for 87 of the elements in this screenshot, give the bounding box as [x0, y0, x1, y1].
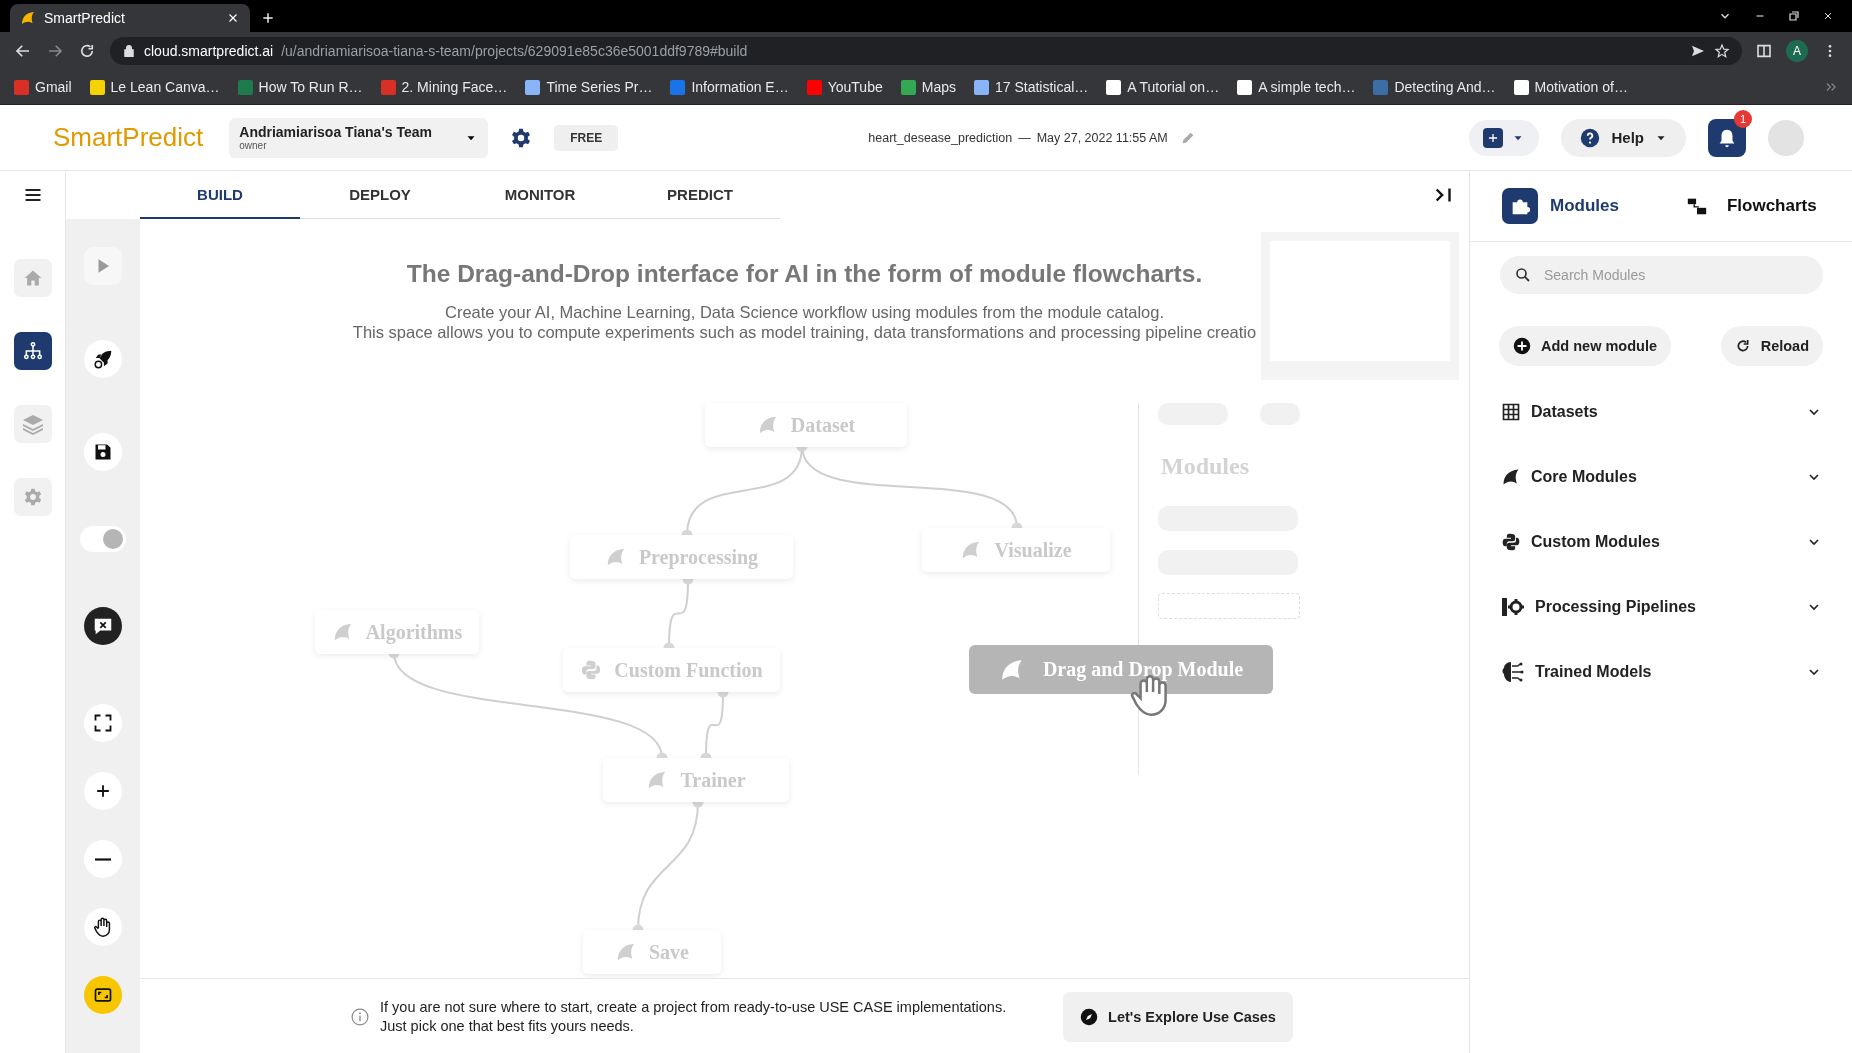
bookmark[interactable]: Information E…	[670, 79, 789, 95]
search-box[interactable]: Search Modules	[1500, 256, 1823, 294]
profile-avatar[interactable]: A	[1786, 40, 1808, 62]
info-icon	[350, 1006, 370, 1027]
home-icon	[22, 268, 43, 288]
module-category[interactable]: Custom Modules	[1470, 509, 1852, 574]
back-icon[interactable]	[14, 42, 32, 60]
tool-button[interactable]	[84, 340, 122, 378]
forward-icon[interactable]	[46, 42, 64, 60]
settings-icon	[22, 487, 43, 507]
separator: —	[1018, 130, 1031, 145]
tool-button[interactable]	[84, 607, 122, 645]
use-cases-button[interactable]: Let's Explore Use Cases	[1063, 991, 1293, 1042]
search-field[interactable]: Search Modules	[1544, 256, 1809, 294]
bookmark[interactable]: YouTube	[806, 79, 883, 95]
fullscreen-icon	[93, 713, 113, 733]
settings-icon[interactable]	[510, 126, 533, 149]
intro-heading: The Drag-and-Drop interface for AI in the form of module flowcharts.	[405, 260, 1204, 288]
interlock-icon	[1501, 531, 1521, 552]
grid-icon	[1501, 401, 1521, 422]
panel-tab[interactable]: Modules	[1502, 188, 1619, 224]
help-button[interactable]: Help	[1561, 118, 1686, 157]
tool-button[interactable]	[84, 704, 122, 742]
tab[interactable]: BUILD	[140, 171, 300, 219]
tab[interactable]: DEPLOY	[300, 171, 460, 219]
tab[interactable]: MONITOR	[460, 171, 620, 219]
team-selector[interactable]: Andriamiarisoa Tiana's Team owner	[229, 117, 489, 158]
send-icon[interactable]	[1690, 43, 1706, 59]
module-category[interactable]: Core Modules	[1470, 444, 1852, 509]
module-category[interactable]: Processing Pipelines	[1470, 574, 1852, 639]
bookmark[interactable]: A Tutorial on…	[1106, 79, 1220, 95]
tab[interactable]: PREDICT	[620, 171, 780, 219]
layers-icon	[20, 412, 45, 436]
zoom-out-icon	[95, 857, 111, 861]
leaf-icon	[615, 941, 637, 963]
hint-text: If you are not sure where to start, create a project from ready-to-use USE CASE implementations.	[380, 997, 1008, 1017]
bookmark[interactable]: 2. Mining Face…	[380, 79, 508, 95]
restore-icon[interactable]	[1788, 10, 1800, 22]
bookmark[interactable]: Motivation of…	[1513, 79, 1628, 95]
module-category[interactable]: Trained Models	[1470, 639, 1852, 704]
hierarchy-icon	[22, 341, 43, 361]
add-module-button[interactable]: Add new module	[1499, 326, 1671, 366]
plan-badge: FREE	[554, 124, 619, 151]
search-icon	[1514, 266, 1532, 284]
lock-icon	[122, 44, 136, 58]
bookmark[interactable]: How To Run R…	[237, 79, 363, 95]
toggle-switch[interactable]	[80, 526, 126, 552]
add-menu-button[interactable]	[1469, 119, 1540, 156]
rocket-icon	[92, 348, 114, 370]
project-name: heart_desease_prediction	[868, 130, 1013, 145]
close-icon[interactable]	[1822, 10, 1834, 22]
interlock-icon	[580, 659, 603, 681]
hint-text: Just pick one that best fits yours needs.	[380, 1016, 635, 1036]
bookmark[interactable]: Maps	[900, 79, 956, 95]
nav-button[interactable]	[13, 332, 52, 370]
double-chevron-icon[interactable]	[1824, 80, 1838, 94]
help-icon	[1579, 126, 1602, 149]
reload-icon	[1734, 338, 1751, 354]
sidebar-icon[interactable]	[1756, 43, 1772, 59]
module-label: Drag and Drop Module	[1042, 658, 1244, 681]
leaf-icon	[20, 10, 36, 26]
panel-tab[interactable]: Flowcharts	[1678, 188, 1817, 224]
star-icon[interactable]	[1714, 43, 1730, 59]
brain-network-icon	[1501, 659, 1525, 684]
tool-button[interactable]	[84, 976, 122, 1014]
tool-button[interactable]	[84, 433, 122, 471]
reload-button[interactable]: Reload	[1720, 326, 1823, 366]
bookmark[interactable]: Gmail	[14, 79, 72, 95]
reload-icon[interactable]	[78, 42, 96, 60]
browser-tab[interactable]: SmartPredict	[10, 4, 250, 32]
bookmark[interactable]: A simple tech…	[1237, 79, 1356, 95]
bookmark[interactable]: Time Series Pr…	[525, 79, 653, 95]
intro-text: This space allows you to compute experiments such as model training, data transformations and processing pipeline creatio	[351, 322, 1258, 342]
bookmark[interactable]: Detecting And…	[1373, 79, 1496, 95]
tool-button[interactable]	[84, 908, 122, 946]
fit-screen-icon	[93, 985, 113, 1005]
add-circle-icon	[1513, 337, 1531, 355]
notification-count: 1	[1734, 109, 1752, 128]
intro-text: Create your AI, Machine Learning, Data Science workflow using modules from the module catalog.	[443, 302, 1165, 322]
bookmark[interactable]: 17 Statistical…	[973, 79, 1089, 95]
address-bar[interactable]: cloud.smartpredict.ai /u/andriamiarisoa-tiana-s-team/projects/629091e85c36e5001ddf9789#build	[110, 37, 1742, 65]
module-category[interactable]: Datasets	[1470, 379, 1852, 444]
project-date: May 27, 2022 11:55 AM	[1036, 130, 1168, 145]
bookmark[interactable]: Le Lean Canva…	[89, 79, 220, 95]
compass-icon	[1080, 1007, 1099, 1026]
tool-button[interactable]	[84, 772, 122, 810]
new-tab-icon[interactable]	[260, 10, 276, 26]
